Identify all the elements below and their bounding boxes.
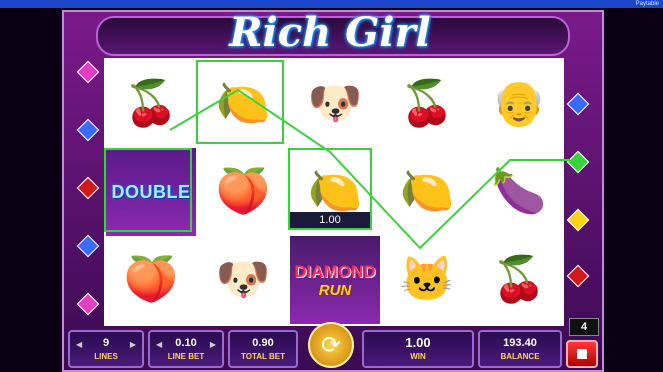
balance-value: 193.40	[503, 337, 537, 349]
lines-panel: ◀ 9 LINES ▶	[68, 330, 144, 368]
win-box-2	[196, 60, 284, 144]
line-bet-increase-button[interactable]: ▶	[210, 340, 216, 349]
lines-label: LINES	[94, 352, 118, 361]
total-bet-panel: 0.90 TOTAL BET	[228, 330, 298, 368]
lines-decrease-button[interactable]: ◀	[76, 340, 82, 349]
balance-panel: 193.40 BALANCE	[478, 330, 562, 368]
stop-autoplay-button[interactable]	[566, 340, 598, 368]
balance-label: BALANCE	[500, 352, 540, 361]
total-bet-label: TOTAL BET	[241, 352, 285, 361]
win-value: 1.00	[405, 335, 431, 350]
line-bet-panel: ◀ 0.10 LINE BET ▶	[148, 330, 224, 368]
stop-icon	[577, 349, 587, 359]
win-label: WIN	[410, 352, 426, 361]
total-bet-value: 0.90	[252, 337, 274, 349]
autoplay-count: 4	[569, 318, 599, 336]
line-bet-decrease-button[interactable]: ◀	[156, 340, 162, 349]
lines-increase-button[interactable]: ▶	[130, 340, 136, 349]
line-bet-label: LINE BET	[167, 352, 205, 361]
spin-icon: ⟳	[320, 331, 342, 359]
win-panel: 1.00 WIN	[362, 330, 474, 368]
win-line-amount: 1.00	[290, 212, 370, 228]
spin-button[interactable]: ⟳	[308, 322, 354, 368]
win-box-1	[104, 148, 192, 232]
